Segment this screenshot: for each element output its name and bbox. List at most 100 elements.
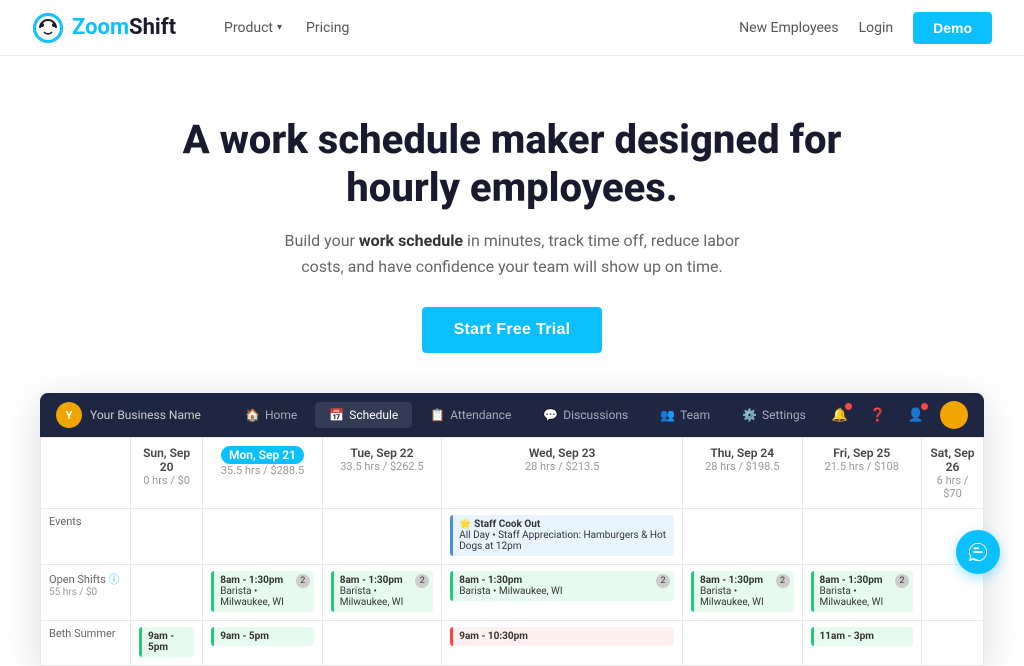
employee-shift[interactable]: 9am - 5pm bbox=[139, 627, 194, 657]
pricing-nav-link[interactable]: Pricing bbox=[306, 20, 349, 36]
employee-shift-conflict[interactable]: 9am - 10:30pm bbox=[450, 627, 674, 646]
open-shift-fri[interactable]: 8am - 1:30pm 2 Barista • Milwaukee, WI bbox=[802, 565, 922, 621]
logo[interactable]: ZoomShift bbox=[32, 12, 176, 44]
shift-block[interactable]: 8am - 1:30pm 2 Barista • Milwaukee, WI bbox=[691, 571, 794, 612]
shift-block[interactable]: 8am - 1:30pm 2 Barista • Milwaukee, WI bbox=[211, 571, 314, 612]
open-shifts-row: Open Shifts ⓘ 55 hrs / $0 8am - 1:30pm 2… bbox=[41, 565, 984, 621]
shift-count: 2 bbox=[656, 574, 670, 588]
notifications-icon[interactable]: 🔔 bbox=[826, 401, 854, 429]
app-business: Y Your Business Name bbox=[56, 402, 201, 428]
shift-time: 8am - 1:30pm bbox=[700, 575, 763, 586]
app-nav-team[interactable]: 👥 Team bbox=[646, 402, 724, 428]
employee-row: Beth Summer 9am - 5pm 9am - 5pm bbox=[41, 621, 984, 666]
navbar: ZoomShift Product ▾ Pricing New Employee… bbox=[0, 0, 1024, 56]
notification-badge bbox=[845, 403, 852, 410]
chevron-down-icon: ▾ bbox=[277, 22, 282, 33]
event-title: 🌟 Staff Cook Out bbox=[459, 519, 540, 530]
day-header-fri: Fri, Sep 25 21.5 hrs / $108 bbox=[802, 438, 922, 509]
app-nav-schedule[interactable]: 📅 Schedule bbox=[315, 402, 412, 428]
open-shift-wed[interactable]: 8am - 1:30pm 2 Barista • Milwaukee, WI bbox=[442, 565, 683, 621]
employee-shift[interactable]: 9am - 5pm bbox=[211, 627, 314, 646]
schedule-icon: 📅 bbox=[329, 408, 344, 422]
discussions-icon: 💬 bbox=[543, 408, 558, 422]
shift-role: Barista • Milwaukee, WI bbox=[820, 586, 884, 608]
events-wed[interactable]: 🌟 Staff Cook Out All Day • Staff Appreci… bbox=[442, 509, 683, 565]
new-employees-link[interactable]: New Employees bbox=[739, 20, 838, 36]
shift-block[interactable]: 8am - 1:30pm 2 Barista • Milwaukee, WI bbox=[450, 571, 674, 601]
open-shift-mon[interactable]: 8am - 1:30pm 2 Barista • Milwaukee, WI bbox=[203, 565, 323, 621]
settings-icon: ⚙️ bbox=[742, 408, 757, 422]
emp-thu bbox=[683, 621, 803, 666]
help-icon[interactable]: ❓ bbox=[864, 401, 892, 429]
open-shift-sun bbox=[131, 565, 203, 621]
team-icon: 👥 bbox=[660, 408, 675, 422]
chat-icon bbox=[967, 541, 989, 563]
shift-block[interactable]: 8am - 1:30pm 2 Barista • Milwaukee, WI bbox=[331, 571, 434, 612]
profile-icon[interactable]: 👤 bbox=[902, 401, 930, 429]
start-trial-button[interactable]: Start Free Trial bbox=[422, 307, 603, 353]
chat-bubble[interactable] bbox=[956, 530, 1000, 574]
app-nav-attendance[interactable]: 📋 Attendance bbox=[416, 402, 525, 428]
home-icon: 🏠 bbox=[245, 408, 260, 422]
user-avatar[interactable] bbox=[940, 401, 968, 429]
business-name: Your Business Name bbox=[90, 408, 201, 422]
events-sun bbox=[131, 509, 203, 565]
shift-time: 8am - 1:30pm bbox=[340, 575, 403, 586]
events-fri bbox=[802, 509, 922, 565]
row-label-header bbox=[41, 438, 131, 509]
emp-tue bbox=[322, 621, 442, 666]
day-header-thu: Thu, Sep 24 28 hrs / $198.5 bbox=[683, 438, 803, 509]
profile-badge bbox=[921, 403, 928, 410]
shift-role: Barista • Milwaukee, WI bbox=[220, 586, 284, 608]
employee-shift[interactable]: 11am - 3pm bbox=[811, 627, 914, 646]
app-nav-settings[interactable]: ⚙️ Settings bbox=[728, 402, 820, 428]
emp-mon: 9am - 5pm bbox=[203, 621, 323, 666]
shift-count: 2 bbox=[776, 574, 790, 588]
open-shift-thu[interactable]: 8am - 1:30pm 2 Barista • Milwaukee, WI bbox=[683, 565, 803, 621]
emp-wed[interactable]: 9am - 10:30pm bbox=[442, 621, 683, 666]
employee-name-cell: Beth Summer bbox=[41, 621, 131, 666]
event-details: All Day • Staff Appreciation: Hamburgers… bbox=[459, 530, 666, 552]
events-row: Events 🌟 Staff Cook Out All Day • Staff … bbox=[41, 509, 984, 565]
demo-button[interactable]: Demo bbox=[913, 12, 992, 44]
events-thu bbox=[683, 509, 803, 565]
shift-role: Barista • Milwaukee, WI bbox=[340, 586, 404, 608]
hero-subtext: Build your work schedule in minutes, tra… bbox=[272, 228, 752, 279]
open-shift-tue[interactable]: 8am - 1:30pm 2 Barista • Milwaukee, WI bbox=[322, 565, 442, 621]
app-nav-discussions[interactable]: 💬 Discussions bbox=[529, 402, 642, 428]
day-header-wed: Wed, Sep 23 28 hrs / $213.5 bbox=[442, 438, 683, 509]
shift-count: 2 bbox=[296, 574, 310, 588]
day-header-sun: Sun, Sep 20 0 hrs / $0 bbox=[131, 438, 203, 509]
shift-role: Barista • Milwaukee, WI bbox=[700, 586, 764, 608]
event-item[interactable]: 🌟 Staff Cook Out All Day • Staff Appreci… bbox=[450, 515, 674, 556]
schedule-table: Sun, Sep 20 0 hrs / $0 Mon, Sep 21 35.5 … bbox=[40, 437, 984, 666]
shift-count: 2 bbox=[895, 574, 909, 588]
events-mon bbox=[203, 509, 323, 565]
logo-text: ZoomShift bbox=[72, 15, 176, 40]
open-shifts-label: Open Shifts ⓘ 55 hrs / $0 bbox=[41, 565, 131, 621]
app-navbar: Y Your Business Name 🏠 Home 📅 Schedule 📋… bbox=[40, 393, 984, 437]
emp-sun: 9am - 5pm bbox=[131, 621, 203, 666]
shift-time: 8am - 1:30pm bbox=[820, 575, 883, 586]
day-header-mon: Mon, Sep 21 35.5 hrs / $288.5 bbox=[203, 438, 323, 509]
events-tue bbox=[322, 509, 442, 565]
hero-headline: A work schedule maker designed for hourl… bbox=[162, 116, 862, 212]
shift-role: Barista • Milwaukee, WI bbox=[459, 586, 562, 597]
attendance-icon: 📋 bbox=[430, 408, 445, 422]
login-link[interactable]: Login bbox=[859, 20, 894, 36]
shift-time: 8am - 1:30pm bbox=[459, 575, 522, 586]
product-nav-link[interactable]: Product ▾ bbox=[224, 20, 282, 36]
day-header-tue: Tue, Sep 22 33.5 hrs / $262.5 bbox=[322, 438, 442, 509]
shift-block[interactable]: 8am - 1:30pm 2 Barista • Milwaukee, WI bbox=[811, 571, 914, 612]
shift-time: 8am - 1:30pm bbox=[220, 575, 283, 586]
emp-fri: 11am - 3pm bbox=[802, 621, 922, 666]
shift-count: 2 bbox=[415, 574, 429, 588]
open-shifts-help-icon[interactable]: ⓘ bbox=[108, 573, 119, 586]
nav-right: New Employees Login Demo bbox=[739, 12, 992, 44]
app-nav-items: 🏠 Home 📅 Schedule 📋 Attendance 💬 Discuss… bbox=[225, 402, 826, 428]
app-preview: Y Your Business Name 🏠 Home 📅 Schedule 📋… bbox=[40, 393, 984, 666]
app-nav-home[interactable]: 🏠 Home bbox=[231, 402, 311, 428]
emp-sat bbox=[922, 621, 984, 666]
schedule-table-wrap: Sun, Sep 20 0 hrs / $0 Mon, Sep 21 35.5 … bbox=[40, 437, 984, 666]
nav-links: Product ▾ Pricing bbox=[224, 20, 349, 36]
